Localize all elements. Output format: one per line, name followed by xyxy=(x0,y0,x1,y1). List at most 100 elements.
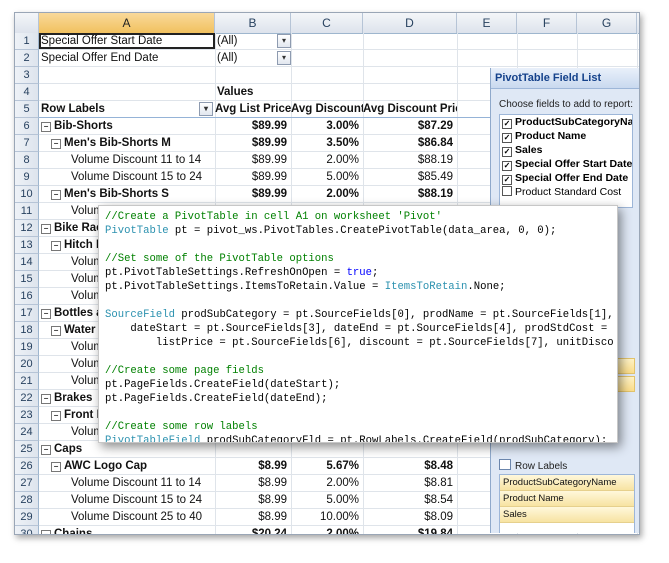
cell-b[interactable]: $8.99 xyxy=(215,492,291,508)
row-header[interactable]: 6 xyxy=(15,118,39,135)
collapse-icon[interactable]: − xyxy=(51,411,61,421)
cell-c[interactable]: 3.50% xyxy=(291,135,363,151)
cell-c[interactable]: 2.00% xyxy=(291,475,363,491)
cell-a[interactable]: − Bib-Shorts xyxy=(39,118,215,134)
cell-c[interactable] xyxy=(291,50,363,66)
row-header[interactable]: 9 xyxy=(15,169,39,186)
row-header[interactable]: 13 xyxy=(15,237,39,254)
column-header[interactable]: F xyxy=(517,13,577,33)
cell-d[interactable]: $86.84 xyxy=(363,135,457,151)
row-header[interactable]: 19 xyxy=(15,339,39,356)
cell-d[interactable]: $88.19 xyxy=(363,186,457,202)
row-label-field[interactable]: ProductSubCategoryName xyxy=(500,475,634,491)
cell-d[interactable]: $8.09 xyxy=(363,509,457,525)
cell-c[interactable]: 5.00% xyxy=(291,169,363,185)
collapse-icon[interactable]: − xyxy=(41,309,51,319)
row-header[interactable]: 12 xyxy=(15,220,39,237)
cell-b[interactable]: $89.99 xyxy=(215,135,291,151)
cell-a[interactable] xyxy=(39,84,215,100)
row-header[interactable]: 8 xyxy=(15,152,39,169)
checked-checkbox-icon[interactable]: ✓ xyxy=(502,119,512,129)
collapse-icon[interactable]: − xyxy=(51,462,61,472)
cell-b[interactable]: $89.99 xyxy=(215,118,291,134)
cell-d[interactable]: $8.48 xyxy=(363,458,457,474)
row-header[interactable]: 11 xyxy=(15,203,39,220)
row-header[interactable]: 10 xyxy=(15,186,39,203)
cell-d[interactable]: $19.84 xyxy=(363,526,457,534)
field-item[interactable]: ✓ProductSubCategoryName xyxy=(500,115,632,129)
checked-checkbox-icon[interactable]: ✓ xyxy=(502,133,512,143)
cell-d[interactable]: $87.29 xyxy=(363,118,457,134)
cell-b[interactable]: $89.99 xyxy=(215,169,291,185)
cell-c[interactable] xyxy=(291,84,363,100)
cell-c[interactable]: 10.00% xyxy=(291,509,363,525)
row-header[interactable]: 4 xyxy=(15,84,39,101)
row-header[interactable]: 3 xyxy=(15,67,39,84)
cell-d[interactable] xyxy=(363,84,457,100)
cell-c[interactable] xyxy=(291,441,363,457)
row-label-field[interactable]: Sales xyxy=(500,507,634,523)
cell-d[interactable]: $8.54 xyxy=(363,492,457,508)
cell-a[interactable]: Volume Discount 25 to 40 xyxy=(39,509,215,525)
column-header[interactable]: B xyxy=(215,13,291,33)
collapse-icon[interactable]: − xyxy=(41,530,51,534)
checkbox-icon[interactable] xyxy=(502,186,512,196)
row-header[interactable]: 21 xyxy=(15,373,39,390)
row-label-field[interactable]: Product Name xyxy=(500,491,634,507)
cell-b[interactable]: $20.24 xyxy=(215,526,291,534)
row-header[interactable]: 30 xyxy=(15,526,39,534)
row-header[interactable]: 24 xyxy=(15,424,39,441)
collapse-icon[interactable]: − xyxy=(51,139,61,149)
checked-checkbox-icon[interactable]: ✓ xyxy=(502,147,512,157)
cell-c[interactable]: 2.00% xyxy=(291,152,363,168)
field-item[interactable]: ✓ Sales xyxy=(500,143,632,157)
cell-d[interactable] xyxy=(363,50,457,66)
row-header[interactable]: 28 xyxy=(15,492,39,509)
cell-b[interactable] xyxy=(215,441,291,457)
column-header[interactable]: E xyxy=(457,13,517,33)
cell-a[interactable]: Volume Discount 15 to 24 xyxy=(39,169,215,185)
select-all-corner[interactable] xyxy=(15,13,39,33)
cell-b[interactable]: (All) xyxy=(215,33,291,49)
cell-c[interactable]: 5.67% xyxy=(291,458,363,474)
row-header[interactable]: 22 xyxy=(15,390,39,407)
cell-a[interactable]: Row Labels ▾ xyxy=(39,101,215,117)
cell-b[interactable]: $89.99 xyxy=(215,152,291,168)
row-header[interactable]: 27 xyxy=(15,475,39,492)
cell-b[interactable]: $8.99 xyxy=(215,475,291,491)
cell-c[interactable]: 3.00% xyxy=(291,118,363,134)
cell-d[interactable]: Avg Discount Price xyxy=(363,101,457,117)
cell-b[interactable]: $89.99 xyxy=(215,186,291,202)
cell-d[interactable]: $85.49 xyxy=(363,169,457,185)
row-header[interactable]: 2 xyxy=(15,50,39,67)
cell-c[interactable] xyxy=(291,33,363,49)
cell-b[interactable]: $8.99 xyxy=(215,458,291,474)
cell-a[interactable]: − Caps xyxy=(39,441,215,457)
cell-a[interactable]: Volume Discount 15 to 24 xyxy=(39,492,215,508)
collapse-icon[interactable]: − xyxy=(51,326,61,336)
row-header[interactable]: 7 xyxy=(15,135,39,152)
cell-a[interactable]: Special Offer End Date xyxy=(39,50,215,66)
checked-checkbox-icon[interactable]: ✓ xyxy=(502,175,512,185)
checked-checkbox-icon[interactable]: ✓ xyxy=(502,161,512,171)
cell-a[interactable]: Special Offer Start Date xyxy=(39,33,215,49)
collapse-icon[interactable]: − xyxy=(51,241,61,251)
row-header[interactable]: 23 xyxy=(15,407,39,424)
cell-a[interactable]: − Men's Bib-Shorts S xyxy=(39,186,215,202)
cell-d[interactable]: $8.81 xyxy=(363,475,457,491)
cell-a[interactable]: − AWC Logo Cap xyxy=(39,458,215,474)
row-header[interactable]: 25 xyxy=(15,441,39,458)
cell-d[interactable] xyxy=(363,67,457,83)
cell-d[interactable] xyxy=(363,33,457,49)
cell-b[interactable]: Values xyxy=(215,84,291,100)
row-header[interactable]: 5 xyxy=(15,101,39,118)
column-header[interactable]: C xyxy=(291,13,363,33)
row-header[interactable]: 16 xyxy=(15,288,39,305)
row-header[interactable]: 17 xyxy=(15,305,39,322)
collapse-icon[interactable]: − xyxy=(41,122,51,132)
field-item[interactable]: ✓ Product Name xyxy=(500,129,632,143)
cell-a[interactable]: − Chains xyxy=(39,526,215,534)
cell-c[interactable]: Avg Discount xyxy=(291,101,363,117)
row-header[interactable]: 26 xyxy=(15,458,39,475)
cell-b[interactable]: Avg List Price xyxy=(215,101,291,117)
